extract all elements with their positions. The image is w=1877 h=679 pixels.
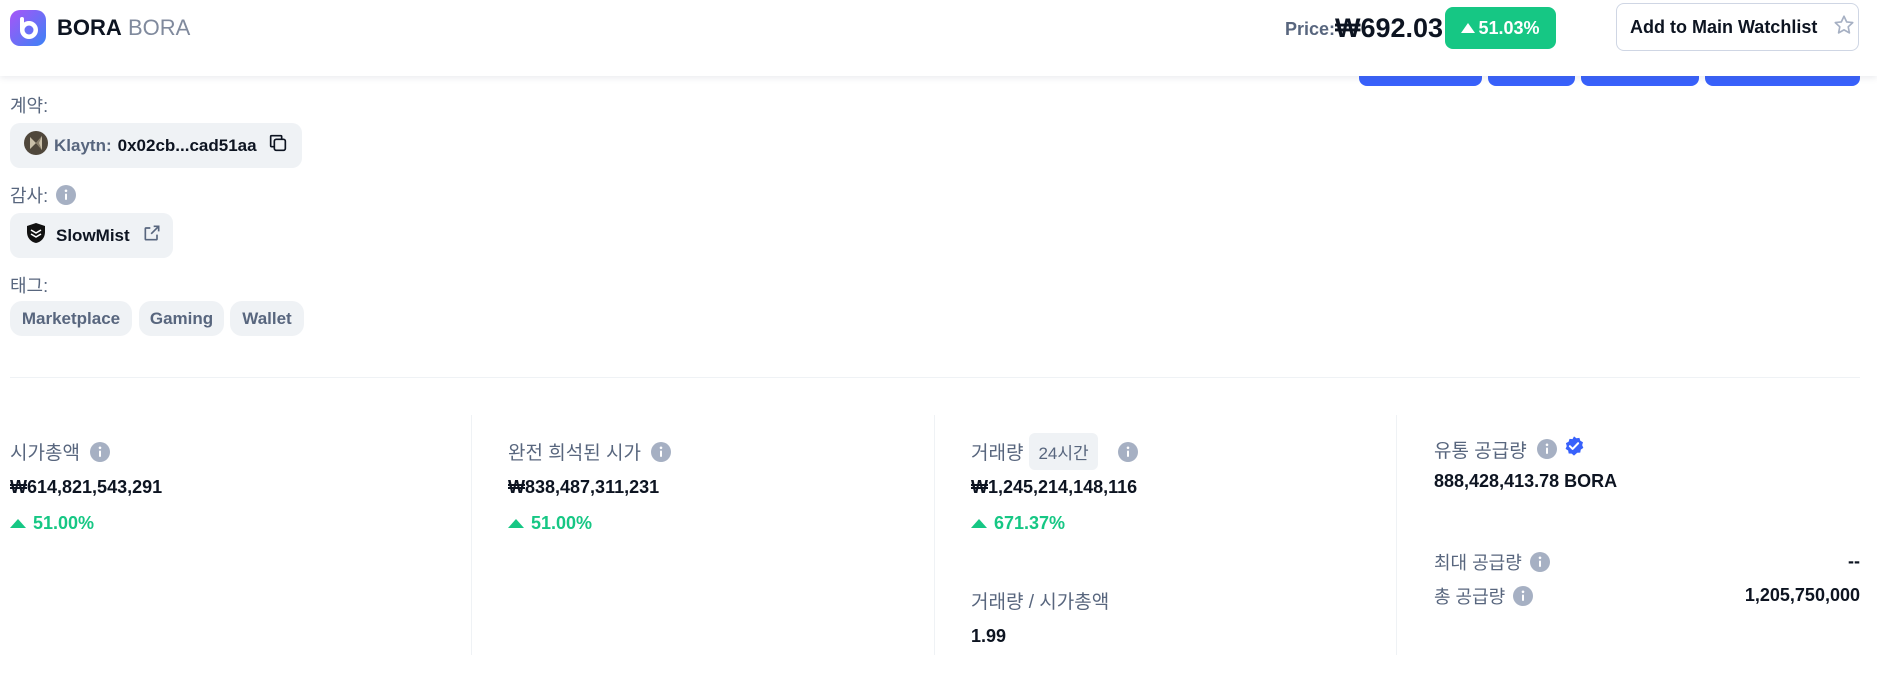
- max-supply-label: 최대 공급량: [1434, 549, 1550, 575]
- tag-marketplace[interactable]: Marketplace: [10, 301, 132, 336]
- column-divider: [1396, 415, 1397, 655]
- fdv-label: 완전 희석된 시가: [508, 438, 671, 465]
- vol-mcap-value: 1.99: [971, 626, 1007, 646]
- vol-mcap-label: 거래량 / 시가총액: [971, 587, 1109, 614]
- sticky-header: BORA BORA Price: ₩692.03 51.03% Add to M…: [0, 0, 1877, 76]
- verified-badge-icon: [1563, 435, 1585, 463]
- column-divider: [471, 415, 472, 655]
- fdv-change: 51.00%: [508, 513, 592, 534]
- total-supply-label-text: 총 공급량: [1434, 587, 1506, 607]
- coin-symbol: BORA: [128, 15, 191, 40]
- vol-mcap-label-text: 거래량 / 시가총액: [971, 592, 1110, 613]
- klaytn-logo-icon: [24, 131, 48, 160]
- contract-address-chip[interactable]: Klaytn: 0x02cb...cad51aa: [10, 123, 302, 168]
- tag-wallet[interactable]: Wallet: [230, 301, 304, 336]
- tags-label-text: 태그:: [10, 276, 49, 296]
- max-supply-label-text: 최대 공급량: [1434, 553, 1522, 573]
- volume-label: 거래량 24시간: [971, 433, 1138, 470]
- market-cap-change-value: 51.00%: [33, 513, 95, 533]
- audit-label: 감사:: [10, 182, 77, 208]
- fdv-label-text: 완전 희석된 시가: [508, 443, 641, 464]
- tags-label: 태그:: [10, 272, 48, 298]
- add-to-watchlist-button[interactable]: Add to Main Watchlist: [1616, 3, 1859, 51]
- caret-up-icon: [508, 519, 524, 528]
- info-icon[interactable]: [1117, 441, 1138, 462]
- price-label: Price:: [1285, 19, 1336, 39]
- caret-up-icon: [10, 519, 26, 528]
- circulating-supply-label-text: 유통 공급량: [1434, 440, 1527, 462]
- market-cap-value: ₩614,821,543,291: [10, 477, 163, 497]
- audit-label-text: 감사:: [10, 186, 49, 206]
- copy-icon[interactable]: [267, 132, 289, 159]
- market-cap-label-text: 시가총액: [10, 443, 80, 464]
- total-supply-label: 총 공급량: [1434, 583, 1534, 609]
- section-divider: [10, 377, 1860, 378]
- volume-change-value: 671.37%: [994, 513, 1066, 533]
- circulating-supply-label: 유통 공급량: [1434, 435, 1585, 463]
- contract-label: 계약:: [10, 92, 48, 118]
- info-icon[interactable]: [89, 441, 110, 462]
- info-icon[interactable]: [1529, 552, 1550, 572]
- max-supply-value: --: [1848, 551, 1860, 571]
- info-icon[interactable]: [1513, 586, 1534, 606]
- fdv-value: ₩838,487,311,231: [508, 477, 660, 497]
- total-supply-value: 1,205,750,000: [1744, 585, 1860, 605]
- caret-up-icon: [1461, 23, 1476, 33]
- auditor-chip[interactable]: SlowMist: [10, 213, 173, 258]
- external-link-icon: [142, 223, 162, 248]
- volume-label-text: 거래량: [971, 443, 1024, 464]
- star-icon: [1833, 14, 1855, 41]
- price-value: ₩692.03: [1335, 13, 1444, 43]
- coin-name: BORA: [57, 15, 122, 40]
- volume-timeframe-selector[interactable]: 24시간: [1029, 433, 1098, 470]
- circulating-supply-value: 888,428,413.78 BORA: [1434, 471, 1618, 491]
- volume-value: ₩1,245,214,148,116: [971, 477, 1138, 497]
- contract-address: 0x02cb...cad51aa: [117, 135, 257, 155]
- price-change-value: 51.03%: [1478, 17, 1540, 38]
- contract-network: Klaytn:: [54, 135, 112, 155]
- bora-logo-icon: [10, 10, 46, 46]
- info-icon[interactable]: [650, 441, 671, 462]
- volume-change: 671.37%: [971, 513, 1065, 534]
- tag-gaming[interactable]: Gaming: [139, 301, 224, 336]
- fdv-change-value: 51.00%: [531, 513, 593, 533]
- contract-label-text: 계약:: [10, 96, 49, 116]
- auditor-name: SlowMist: [56, 225, 130, 245]
- market-cap-label: 시가총액: [10, 438, 110, 465]
- info-icon[interactable]: [1536, 439, 1557, 459]
- column-divider: [934, 415, 935, 655]
- market-cap-change: 51.00%: [10, 513, 94, 534]
- caret-up-icon: [971, 519, 987, 528]
- slowmist-logo-icon: [24, 221, 48, 250]
- info-icon[interactable]: [56, 185, 77, 205]
- watchlist-button-label: Add to Main Watchlist: [1630, 16, 1818, 37]
- price-change-badge: 51.03%: [1445, 7, 1556, 49]
